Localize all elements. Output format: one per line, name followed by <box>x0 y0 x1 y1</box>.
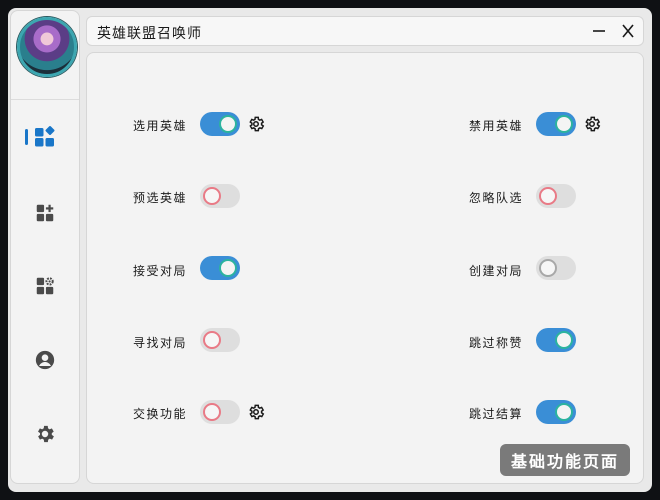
toggle-label: 跳过结算 <box>469 407 524 421</box>
toggle-knob <box>555 331 573 349</box>
toggle-knob <box>203 331 221 349</box>
toggle-label: 创建对局 <box>469 264 524 278</box>
toggle-label: 接受对局 <box>133 264 188 278</box>
toggle-knob <box>219 259 237 277</box>
toggle-label: 交换功能 <box>133 407 188 421</box>
gear-icon[interactable] <box>247 403 265 421</box>
toggle-label: 禁用英雄 <box>469 119 524 133</box>
sidebar <box>10 10 80 484</box>
toggle-switch[interactable] <box>200 112 240 136</box>
toggle-label: 忽略队选 <box>469 191 524 205</box>
sidebar-divider <box>11 99 79 100</box>
close-button[interactable] <box>616 20 640 42</box>
user-icon <box>35 350 55 370</box>
toggle-switch[interactable] <box>200 184 240 208</box>
toggle-switch[interactable] <box>536 112 576 136</box>
toggle-label: 预选英雄 <box>133 191 188 205</box>
sidebar-item-settings[interactable] <box>11 417 79 451</box>
toggle-switch[interactable] <box>536 328 576 352</box>
toggle-label: 跳过称赞 <box>469 336 524 350</box>
toggle-switch[interactable] <box>536 256 576 280</box>
toggle-knob <box>539 187 557 205</box>
grid-diamond-icon <box>35 126 55 147</box>
sidebar-item-basic-functions[interactable] <box>11 120 79 154</box>
gear-icon <box>38 425 54 443</box>
toggle-knob <box>555 403 573 421</box>
toggle-switch[interactable] <box>536 400 576 424</box>
minimize-icon <box>593 30 605 32</box>
grid-plus-icon <box>36 204 54 222</box>
titlebar: 英雄联盟召唤师 <box>86 16 644 46</box>
gear-icon[interactable] <box>247 115 265 133</box>
window-title: 英雄联盟召唤师 <box>97 26 202 42</box>
toggle-knob <box>555 115 573 133</box>
avatar[interactable] <box>17 17 77 77</box>
toggle-label: 选用英雄 <box>133 119 188 133</box>
close-icon <box>622 24 634 38</box>
toggle-knob <box>219 115 237 133</box>
toggle-switch[interactable] <box>200 328 240 352</box>
page-badge: 基础功能页面 <box>500 444 630 476</box>
minimize-button[interactable] <box>587 20 611 42</box>
toggle-switch[interactable] <box>200 400 240 424</box>
toggle-switch[interactable] <box>200 256 240 280</box>
sidebar-item-profile[interactable] <box>11 343 79 377</box>
toggle-knob <box>203 187 221 205</box>
gear-icon[interactable] <box>583 115 601 133</box>
grid-gear-icon <box>36 277 54 295</box>
sidebar-item-settings-grid[interactable] <box>11 269 79 303</box>
toggle-knob <box>539 259 557 277</box>
toggle-knob <box>203 403 221 421</box>
toggle-label: 寻找对局 <box>133 336 188 350</box>
active-indicator <box>25 129 28 145</box>
toggle-switch[interactable] <box>536 184 576 208</box>
sidebar-item-add-feature[interactable] <box>11 196 79 230</box>
